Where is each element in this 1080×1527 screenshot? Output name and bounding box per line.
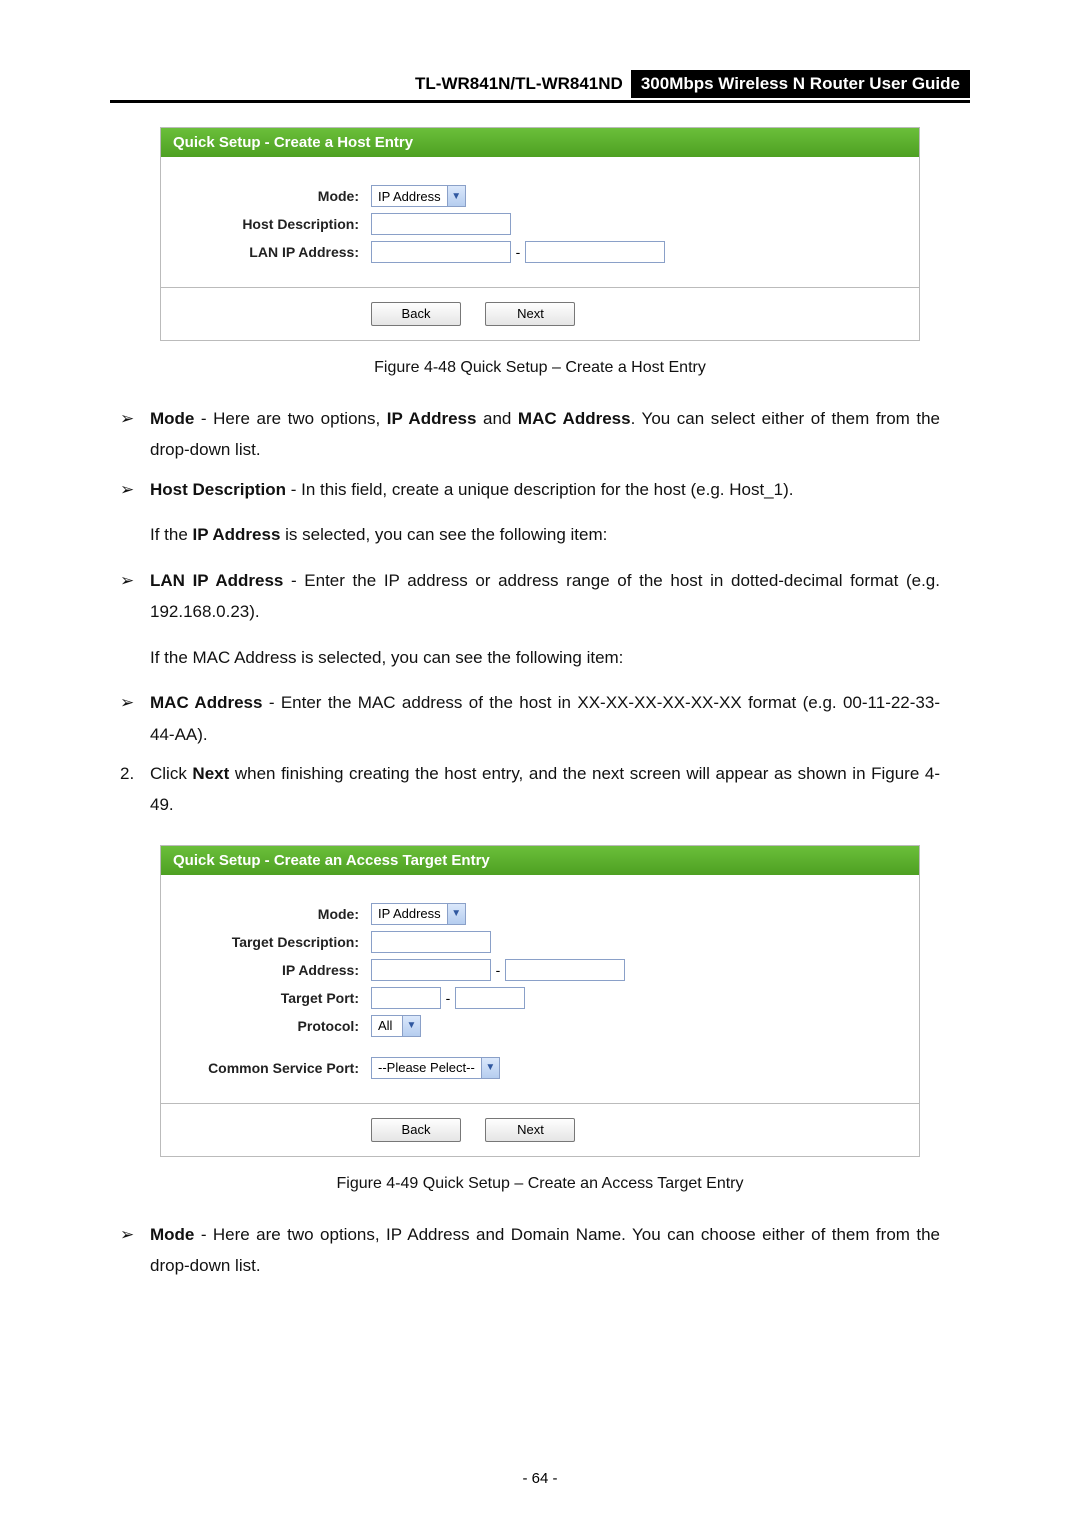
doc-header: TL-WR841N/TL-WR841ND 300Mbps Wireless N …	[110, 70, 970, 103]
panel-title: Quick Setup - Create a Host Entry	[161, 128, 919, 157]
chevron-down-icon: ▼	[447, 904, 465, 924]
mode-select[interactable]: IP Address ▼	[371, 185, 466, 207]
note-mac-selected: If the MAC Address is selected, you can …	[150, 642, 930, 673]
range-dash: -	[491, 962, 505, 978]
protocol-value: All	[372, 1018, 402, 1033]
bullet-lan-ip: LAN IP Address - Enter the IP address or…	[150, 565, 940, 628]
range-dash: -	[441, 990, 455, 1006]
label-mode: Mode:	[171, 188, 371, 204]
bullet-arrow-icon: ➢	[120, 474, 150, 505]
label-mode: Mode:	[171, 906, 371, 922]
range-dash: -	[511, 244, 525, 260]
bullet-arrow-icon: ➢	[120, 403, 150, 466]
bullet-host-description: Host Description - In this field, create…	[150, 474, 940, 505]
next-button[interactable]: Next	[485, 1118, 575, 1142]
bullet-mac-address: MAC Address - Enter the MAC address of t…	[150, 687, 940, 750]
back-button[interactable]: Back	[371, 1118, 461, 1142]
protocol-select[interactable]: All ▼	[371, 1015, 421, 1037]
figure-host-entry: Quick Setup - Create a Host Entry Mode: …	[160, 127, 920, 341]
figure-access-target-entry: Quick Setup - Create an Access Target En…	[160, 845, 920, 1157]
lan-ip-start-input[interactable]	[371, 241, 511, 263]
label-target-port: Target Port:	[171, 990, 371, 1006]
figure-48-caption: Figure 4-48 Quick Setup – Create a Host …	[110, 359, 970, 377]
common-service-port-value: --Please Pelect--	[372, 1060, 481, 1075]
target-port-start-input[interactable]	[371, 987, 441, 1009]
target-mode-value: IP Address	[372, 906, 447, 921]
model-number: TL-WR841N/TL-WR841ND	[407, 72, 631, 96]
next-button[interactable]: Next	[485, 302, 575, 326]
figure-49-caption: Figure 4-49 Quick Setup – Create an Acce…	[110, 1175, 970, 1193]
bullet-arrow-icon: ➢	[120, 565, 150, 628]
bullet-arrow-icon: ➢	[120, 687, 150, 750]
label-protocol: Protocol:	[171, 1018, 371, 1034]
target-ip-end-input[interactable]	[505, 959, 625, 981]
page-number: - 64 -	[0, 1470, 1080, 1487]
label-ip-address: IP Address:	[171, 962, 371, 978]
list-number: 2.	[120, 758, 150, 821]
label-target-description: Target Description:	[171, 934, 371, 950]
label-common-service-port: Common Service Port:	[171, 1060, 371, 1076]
target-mode-select[interactable]: IP Address ▼	[371, 903, 466, 925]
back-button[interactable]: Back	[371, 302, 461, 326]
chevron-down-icon: ▼	[481, 1058, 499, 1078]
chevron-down-icon: ▼	[447, 186, 465, 206]
panel-title: Quick Setup - Create an Access Target En…	[161, 846, 919, 875]
target-port-end-input[interactable]	[455, 987, 525, 1009]
target-ip-start-input[interactable]	[371, 959, 491, 981]
common-service-port-select[interactable]: --Please Pelect-- ▼	[371, 1057, 500, 1079]
label-lan-ip: LAN IP Address:	[171, 244, 371, 260]
chevron-down-icon: ▼	[402, 1016, 420, 1036]
bullet-arrow-icon: ➢	[120, 1219, 150, 1282]
label-host-description: Host Description:	[171, 216, 371, 232]
doc-title: 300Mbps Wireless N Router User Guide	[631, 70, 970, 98]
note-ip-selected: If the IP Address is selected, you can s…	[150, 519, 930, 550]
bullet-mode: Mode - Here are two options, IP Address …	[150, 403, 940, 466]
mode-select-value: IP Address	[372, 189, 447, 204]
bullet-mode-target: Mode - Here are two options, IP Address …	[150, 1219, 940, 1282]
lan-ip-end-input[interactable]	[525, 241, 665, 263]
host-description-input[interactable]	[371, 213, 511, 235]
step-2-text: Click Next when finishing creating the h…	[150, 758, 940, 821]
target-description-input[interactable]	[371, 931, 491, 953]
